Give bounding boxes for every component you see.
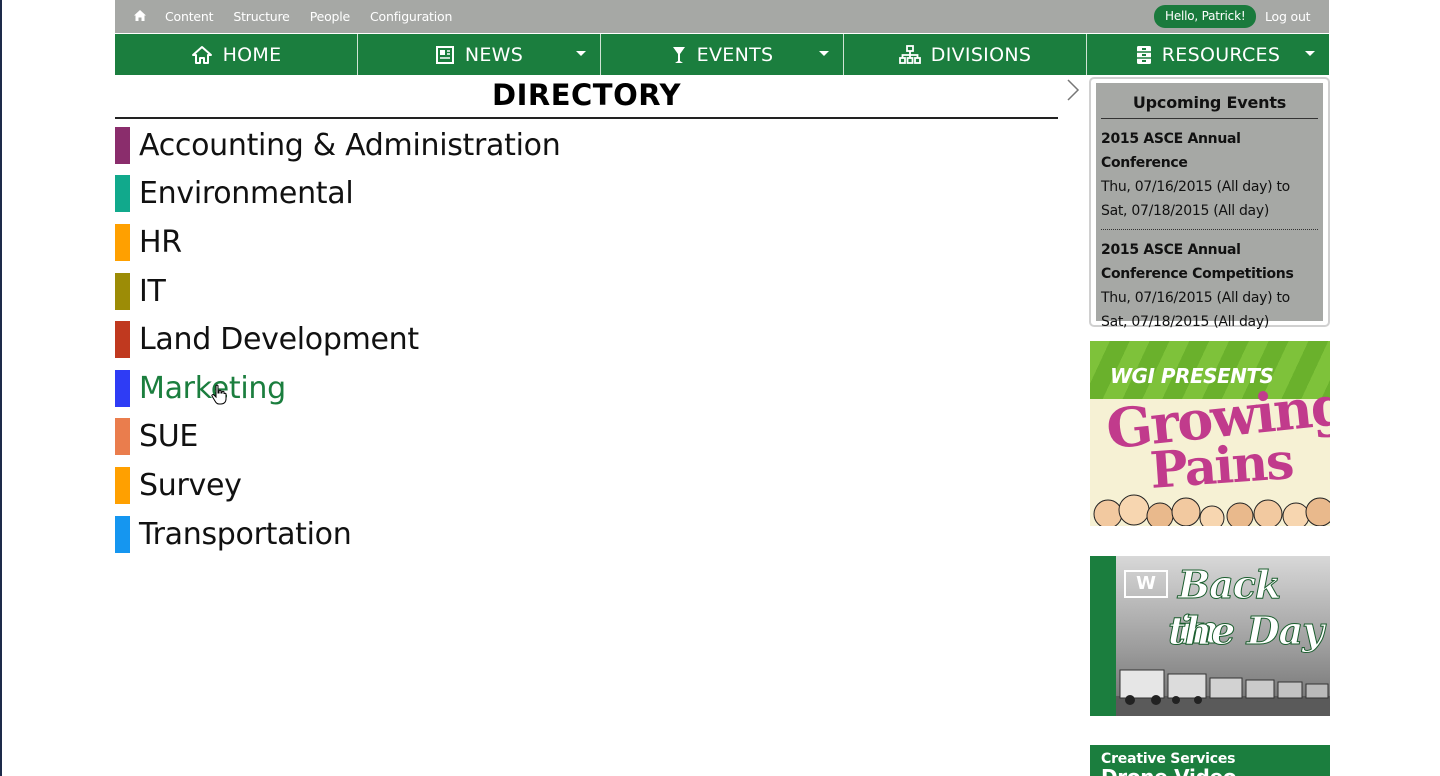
home-icon[interactable] [133, 8, 147, 22]
upcoming-events-panel: Upcoming Events 2015 ASCE Annual Confere… [1089, 77, 1330, 330]
vintage-trucks-photo [1116, 669, 1330, 716]
title-divider [115, 117, 1058, 119]
nav-label: HOME [222, 43, 282, 66]
nav-label: DIVISIONS [930, 43, 1032, 66]
newspaper-icon [435, 45, 454, 64]
nav-item-home[interactable]: HOME [115, 34, 358, 75]
directory-item-environmental[interactable]: Environmental [115, 170, 560, 219]
division-color-swatch [115, 126, 130, 164]
admin-link-structure[interactable]: Structure [233, 9, 290, 24]
division-color-swatch [115, 515, 130, 553]
home-icon [191, 45, 212, 64]
division-color-swatch [115, 466, 130, 504]
division-color-swatch [115, 175, 130, 213]
chevron-down-icon[interactable] [576, 51, 586, 56]
directory-list: Accounting & Administration Environmenta… [115, 121, 561, 559]
directory-item-label: IT [139, 273, 166, 309]
directory-item-survey[interactable]: Survey [115, 461, 560, 510]
chevron-down-icon[interactable] [819, 51, 829, 56]
directory-item-label: Accounting & Administration [139, 127, 561, 163]
window-edge [0, 0, 2, 776]
directory-item-label: SUE [139, 419, 199, 455]
event-item: 2015 ASCE Annual Conference Competitions… [1101, 229, 1318, 340]
nav-label: NEWS [464, 43, 524, 66]
event-title-link[interactable]: 2015 ASCE Annual Conference Competitions [1101, 238, 1318, 286]
user-greeting-button[interactable]: Hello, Patrick! [1154, 5, 1257, 28]
division-color-swatch [115, 223, 130, 261]
directory-item-sue[interactable]: SUE [115, 413, 560, 462]
company-logo: W [1124, 570, 1168, 598]
banner-stripe [1090, 556, 1116, 716]
upcoming-events-body: Upcoming Events 2015 ASCE Annual Confere… [1096, 83, 1323, 330]
directory-item-label: Transportation [139, 516, 352, 552]
admin-link-people[interactable]: People [310, 9, 351, 24]
division-color-swatch [115, 321, 130, 359]
cartoon-faces-illustration [1093, 494, 1330, 526]
admin-link-configuration[interactable]: Configuration [370, 9, 452, 24]
directory-item-label: HR [139, 224, 182, 260]
admin-toolbar: Content Structure People Configuration H… [115, 0, 1329, 33]
main-navigation: HOME NEWS EVENTS DIVISIONS RESOURCES [115, 34, 1329, 75]
nav-item-divisions[interactable]: DIVISIONS [844, 34, 1087, 75]
event-date: Thu, 07/16/2015 (All day) to Sat, 07/18/… [1101, 290, 1290, 330]
directory-item-accounting[interactable]: Accounting & Administration [115, 121, 561, 170]
chevron-down-icon[interactable] [1305, 51, 1315, 56]
directory-item-land-development[interactable]: Land Development [115, 315, 560, 364]
division-color-swatch [115, 369, 130, 407]
event-date: Thu, 07/16/2015 (All day) to Sat, 07/18/… [1101, 179, 1290, 219]
directory-item-label: Land Development [139, 322, 419, 358]
file-cabinet-icon [1136, 45, 1151, 64]
division-color-swatch [115, 272, 130, 310]
event-title-link[interactable]: 2015 ASCE Annual Conference [1101, 127, 1318, 175]
nav-label: EVENTS [696, 43, 774, 66]
banner-title: Drone Video [1101, 765, 1237, 776]
upcoming-events-title: Upcoming Events [1101, 83, 1318, 119]
division-color-swatch [115, 418, 130, 456]
directory-item-transportation[interactable]: Transportation [115, 510, 560, 559]
directory-item-it[interactable]: IT [115, 267, 560, 316]
chevron-right-icon[interactable] [1066, 79, 1080, 101]
growing-pains-banner[interactable]: WGI PRESENTS Growing Pains [1090, 341, 1330, 526]
directory-item-label: Survey [139, 467, 242, 503]
admin-link-content[interactable]: Content [165, 9, 214, 24]
page-title: DIRECTORY [492, 78, 681, 112]
nav-item-events[interactable]: EVENTS [601, 34, 844, 75]
logout-link[interactable]: Log out [1265, 0, 1311, 33]
directory-item-hr[interactable]: HR [115, 218, 560, 267]
back-in-the-day-banner[interactable]: W Back in the Day [1090, 556, 1330, 716]
event-item: 2015 ASCE Annual Conference Thu, 07/16/2… [1101, 119, 1318, 229]
directory-item-marketing[interactable]: Marketing [115, 364, 560, 413]
org-chart-icon [898, 44, 921, 64]
glass-icon [672, 46, 685, 63]
nav-item-resources[interactable]: RESOURCES [1087, 34, 1329, 75]
hand-cursor-icon [211, 384, 227, 405]
nav-label: RESOURCES [1161, 43, 1281, 66]
creative-services-banner[interactable]: Creative Services Drone Video [1090, 745, 1330, 776]
nav-item-news[interactable]: NEWS [358, 34, 601, 75]
admin-menu: Content Structure People Configuration [165, 0, 452, 33]
directory-item-label: Environmental [139, 176, 354, 212]
